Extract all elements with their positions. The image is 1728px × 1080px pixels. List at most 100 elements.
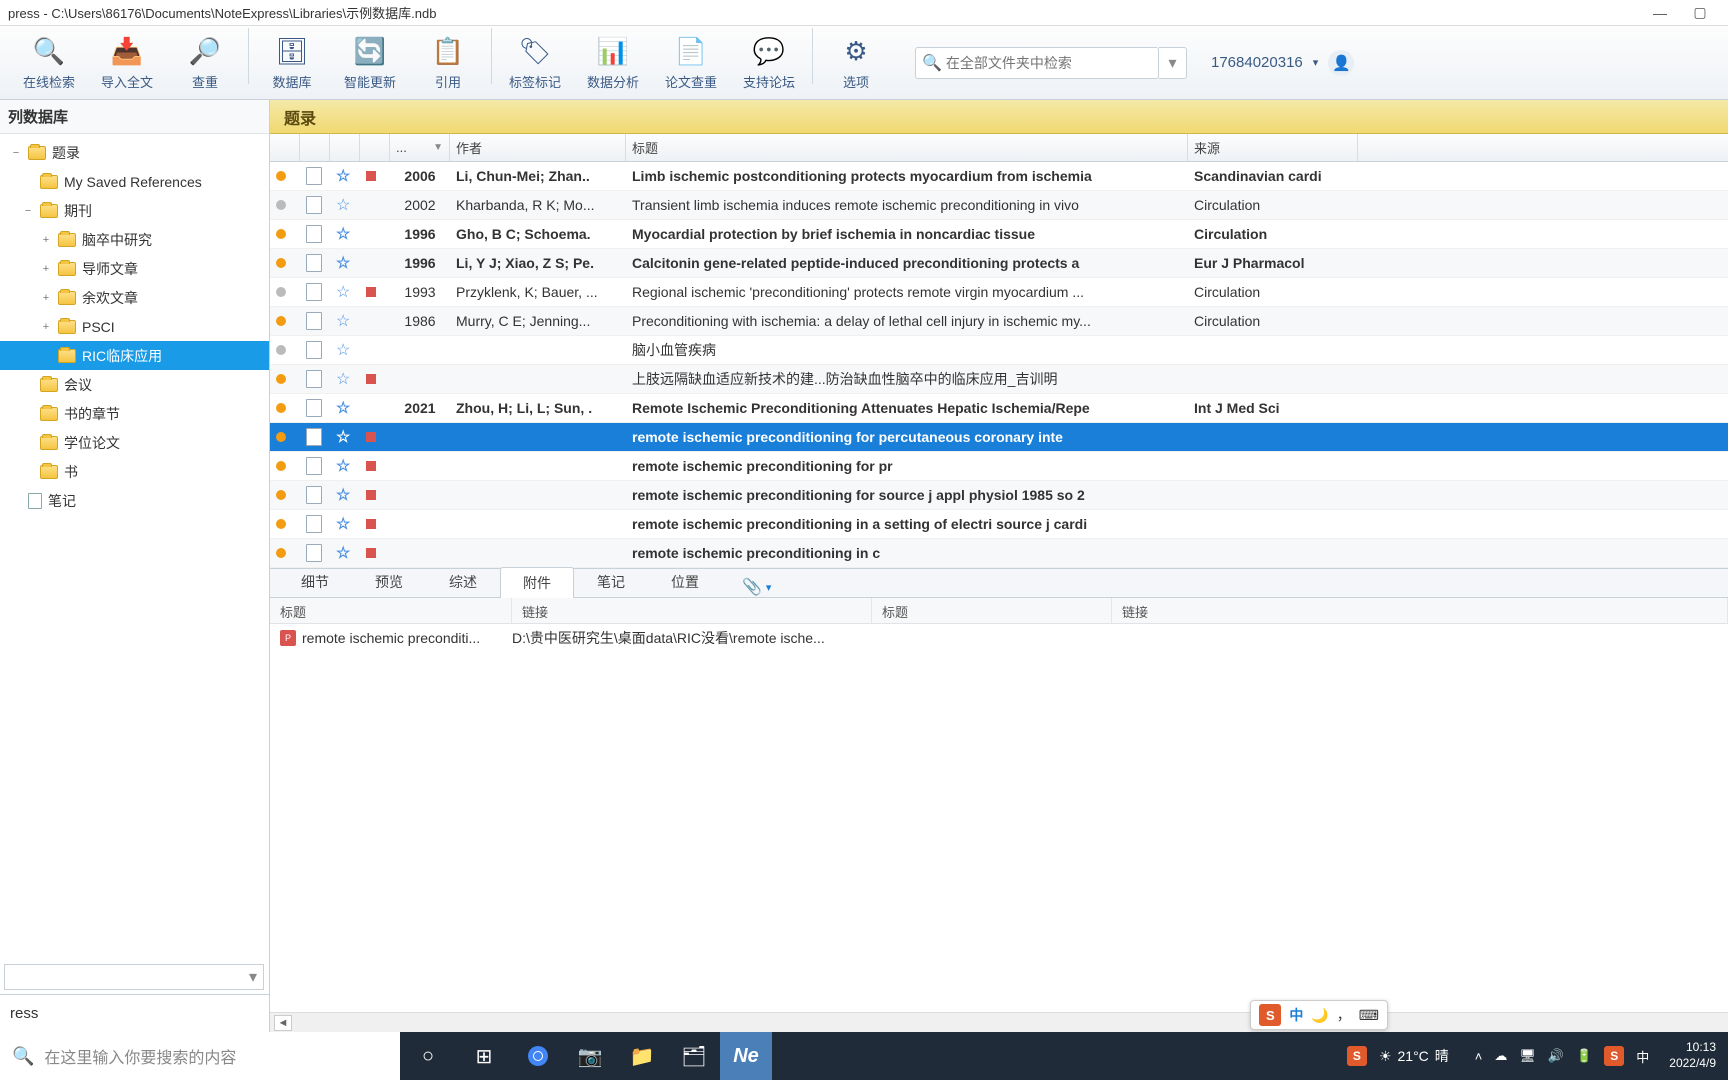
toolbar-数据库[interactable]: 🗄数据库	[253, 28, 331, 98]
app-icon-1[interactable]: 📷	[564, 1032, 616, 1080]
table-row[interactable]: ☆1986Murry, C E; Jenning...Preconditioni…	[270, 307, 1728, 336]
detail-tab-位置[interactable]: 位置	[648, 566, 722, 597]
star-icon[interactable]: ☆	[336, 311, 350, 331]
table-row[interactable]: ☆1993Przyklenk, K; Bauer, ...Regional is…	[270, 278, 1728, 307]
star-icon[interactable]: ☆	[336, 195, 350, 215]
star-icon[interactable]: ☆	[336, 514, 350, 534]
table-row[interactable]: ☆1996Gho, B C; Schoema.Myocardial protec…	[270, 220, 1728, 249]
explorer-icon[interactable]: 🗂	[668, 1032, 720, 1080]
ime-lang[interactable]: 中	[1289, 1005, 1303, 1025]
sogou-icon[interactable]: S	[1259, 1004, 1281, 1026]
star-icon[interactable]: ☆	[336, 543, 350, 563]
cortana-icon[interactable]: ○	[400, 1032, 456, 1080]
attachment-icon[interactable]: 📎 ▾	[742, 577, 771, 597]
star-icon[interactable]: ☆	[336, 485, 350, 505]
global-search[interactable]: 🔍	[915, 47, 1159, 79]
windows-search[interactable]: 🔍 在这里输入你要搜索的内容	[0, 1032, 400, 1080]
sidebar-item-RIC临床应用[interactable]: RIC临床应用	[0, 341, 269, 370]
sidebar-item-脑卒中研究[interactable]: +脑卒中研究	[0, 225, 269, 254]
table-row[interactable]: ☆脑小血管疾病	[270, 336, 1728, 365]
toolbar-引用[interactable]: 📋引用	[409, 28, 487, 98]
battery-icon[interactable]: 🔋	[1576, 1048, 1592, 1064]
star-icon[interactable]: ☆	[336, 340, 350, 360]
sidebar-item-导师文章[interactable]: +导师文章	[0, 254, 269, 283]
sidebar-filter-dropdown[interactable]: ▾	[4, 964, 264, 990]
toolbar-数据分析[interactable]: 📊数据分析	[574, 28, 652, 98]
toolbar-标签标记[interactable]: 🏷标签标记	[496, 28, 574, 98]
horizontal-scrollbar[interactable]: ◄	[270, 1012, 1728, 1032]
col-title[interactable]: 标题	[626, 134, 1188, 161]
expand-icon[interactable]: +	[40, 234, 52, 246]
sogou-tray-icon[interactable]: S	[1347, 1046, 1367, 1066]
table-row[interactable]: ☆1996Li, Y J; Xiao, Z S; Pe.Calcitonin g…	[270, 249, 1728, 278]
search-input[interactable]	[946, 55, 1152, 71]
table-row[interactable]: ☆remote ischemic preconditioning for sou…	[270, 481, 1728, 510]
star-icon[interactable]: ☆	[336, 166, 350, 186]
col-year[interactable]: ...▼	[390, 134, 450, 161]
sidebar-tree[interactable]: −题录My Saved References−期刊+脑卒中研究+导师文章+余欢文…	[0, 134, 269, 960]
toolbar-在线检索[interactable]: 🔍在线检索	[10, 28, 88, 98]
table-row[interactable]: ☆remote ischemic preconditioning in c	[270, 539, 1728, 568]
tray-chevron-icon[interactable]: ˄	[1475, 1049, 1483, 1064]
table-row[interactable]: ☆上肢远隔缺血适应新技术的建...防治缺血性脑卒中的临床应用_吉训明	[270, 365, 1728, 394]
sidebar-item-余欢文章[interactable]: +余欢文章	[0, 283, 269, 312]
expand-icon[interactable]: −	[22, 205, 34, 217]
table-row[interactable]: ☆2002Kharbanda, R K; Mo...Transient limb…	[270, 191, 1728, 220]
toolbar-论文查重[interactable]: 📄论文查重	[652, 28, 730, 98]
task-view-icon[interactable]: ⊞	[456, 1032, 512, 1080]
attachment-row[interactable]: P remote ischemic preconditi... D:\贵中医研究…	[270, 624, 1728, 652]
detail-tab-笔记[interactable]: 笔记	[574, 566, 648, 597]
expand-icon[interactable]: +	[40, 292, 52, 304]
ime-punct[interactable]: ，	[1337, 1005, 1351, 1025]
toolbar-导入全文[interactable]: 📥导入全文	[88, 28, 166, 98]
user-area[interactable]: 17684020316 ▾ 👤	[1211, 50, 1354, 76]
star-icon[interactable]: ☆	[336, 427, 350, 447]
maximize-button[interactable]: ▢	[1680, 4, 1720, 21]
star-icon[interactable]: ☆	[336, 282, 350, 302]
user-avatar-icon[interactable]: 👤	[1328, 50, 1354, 76]
keyboard-icon[interactable]: ⌨	[1359, 1007, 1379, 1024]
table-row[interactable]: ☆remote ischemic preconditioning for pr	[270, 452, 1728, 481]
expand-icon[interactable]: −	[10, 147, 22, 159]
expand-icon[interactable]: +	[40, 263, 52, 275]
onedrive-icon[interactable]: ☁	[1494, 1048, 1507, 1064]
toolbar-查重[interactable]: 🔎查重	[166, 28, 244, 98]
star-icon[interactable]: ☆	[336, 456, 350, 476]
search-dropdown[interactable]: ▾	[1159, 47, 1187, 79]
ime-tray-icon[interactable]: S	[1604, 1046, 1624, 1066]
app-icon-2[interactable]: 📁	[616, 1032, 668, 1080]
star-icon[interactable]: ☆	[336, 224, 350, 244]
sidebar-item-PSCI[interactable]: +PSCI	[0, 312, 269, 341]
ime-lang-tray[interactable]: 中	[1636, 1047, 1649, 1066]
grid-body[interactable]: ☆2006Li, Chun-Mei; Zhan..Limb ischemic p…	[270, 162, 1728, 568]
sidebar-item-书的章节[interactable]: 书的章节	[0, 399, 269, 428]
col-source[interactable]: 来源	[1188, 134, 1358, 161]
star-icon[interactable]: ☆	[336, 253, 350, 273]
noteexpress-icon[interactable]: Ne	[720, 1032, 772, 1080]
sidebar-item-书[interactable]: 书	[0, 457, 269, 486]
weather-widget[interactable]: ☀ 21°C 晴	[1379, 1046, 1449, 1066]
moon-icon[interactable]: 🌙	[1311, 1007, 1328, 1024]
toolbar-支持论坛[interactable]: 💬支持论坛	[730, 28, 808, 98]
col-type[interactable]	[300, 134, 330, 161]
table-row[interactable]: ☆remote ischemic preconditioning in a se…	[270, 510, 1728, 539]
sidebar-item-笔记[interactable]: 笔记	[0, 486, 269, 515]
col-author[interactable]: 作者	[450, 134, 626, 161]
sidebar-item-My Saved References[interactable]: My Saved References	[0, 167, 269, 196]
col-status[interactable]	[270, 134, 300, 161]
detail-tab-综述[interactable]: 综述	[426, 566, 500, 597]
sidebar-item-题录[interactable]: −题录	[0, 138, 269, 167]
detail-tab-附件[interactable]: 附件	[500, 567, 574, 598]
detail-tab-细节[interactable]: 细节	[278, 566, 352, 597]
sidebar-item-学位论文[interactable]: 学位论文	[0, 428, 269, 457]
toolbar-智能更新[interactable]: 🔄智能更新	[331, 28, 409, 98]
col-flag[interactable]	[360, 134, 390, 161]
scroll-left-icon[interactable]: ◄	[274, 1015, 292, 1031]
sidebar-item-会议[interactable]: 会议	[0, 370, 269, 399]
volume-icon[interactable]: 🔊	[1548, 1048, 1564, 1064]
sidebar-item-期刊[interactable]: −期刊	[0, 196, 269, 225]
ime-toolbar[interactable]: S 中 🌙 ， ⌨	[1250, 1000, 1388, 1030]
star-icon[interactable]: ☆	[336, 369, 350, 389]
minimize-button[interactable]: —	[1640, 5, 1680, 21]
detail-tab-预览[interactable]: 预览	[352, 566, 426, 597]
